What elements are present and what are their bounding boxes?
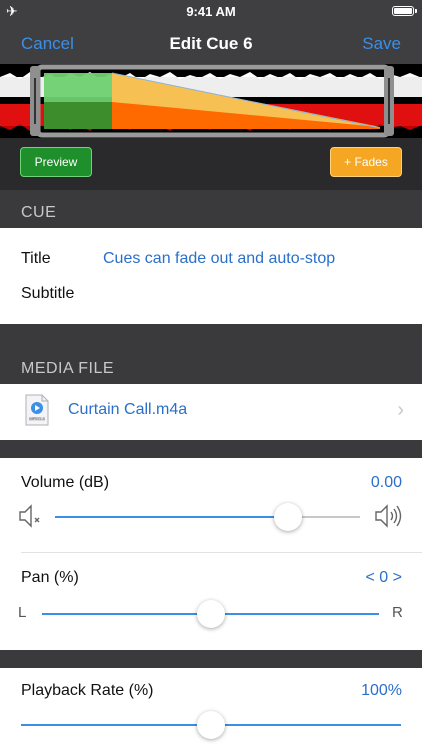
playback-rate-slider-thumb[interactable]	[197, 711, 225, 739]
status-time: 9:41 AM	[186, 4, 236, 19]
volume-slider-thumb[interactable]	[274, 503, 302, 531]
speaker-loud-icon[interactable]	[374, 503, 404, 529]
pan-value-stepper[interactable]: < 0 >	[366, 569, 402, 587]
battery-icon	[392, 6, 417, 16]
subtitle-field[interactable]	[103, 280, 402, 306]
waveform-toolbar: Preview + Fades	[0, 138, 422, 190]
divider	[21, 552, 422, 553]
preview-button[interactable]: Preview	[20, 147, 92, 177]
playback-rate-value: 100%	[361, 682, 402, 699]
save-button[interactable]: Save	[362, 34, 401, 54]
media-file-row[interactable]: MPEG-4 Curtain Call.m4a ›	[0, 384, 422, 440]
playback-rate-card: Playback Rate (%) 100%	[0, 668, 422, 750]
pan-slider-thumb[interactable]	[197, 600, 225, 628]
page-title: Edit Cue 6	[169, 34, 253, 53]
volume-label: Volume (dB)	[21, 474, 110, 491]
title-label: Title	[21, 250, 51, 267]
pan-left-label: L	[18, 604, 27, 621]
title-field[interactable]: Cues can fade out and auto-stop	[103, 250, 335, 268]
pan-label: Pan (%)	[21, 569, 79, 586]
playback-rate-slider-track[interactable]	[211, 724, 401, 726]
audio-controls-card: Volume (dB) 0.00 Pan (%) < 0 > L R	[0, 458, 422, 650]
file-type-label: MPEG-4	[29, 416, 45, 421]
waveform-graphic	[0, 64, 422, 138]
cue-section-header: CUE	[0, 190, 422, 228]
pan-right-label: R	[392, 604, 403, 621]
subtitle-label: Subtitle	[21, 285, 75, 302]
chevron-right-icon: ›	[397, 399, 404, 421]
speaker-mute-icon[interactable]	[18, 503, 44, 529]
volume-slider-fill	[55, 516, 288, 518]
playback-rate-label: Playback Rate (%)	[21, 682, 154, 699]
mpeg4-file-icon: MPEG-4	[25, 394, 49, 426]
playback-rate-slider-fill	[21, 724, 211, 726]
waveform-editor[interactable]	[0, 64, 422, 138]
media-section-header: MEDIA FILE	[0, 324, 422, 384]
navigation-bar: Cancel Edit Cue 6 Save	[0, 22, 422, 64]
status-bar: ✈ 9:41 AM	[0, 0, 422, 22]
add-fades-button[interactable]: + Fades	[330, 147, 402, 177]
cue-header-label: CUE	[21, 204, 57, 221]
media-header-label: MEDIA FILE	[21, 360, 115, 377]
pan-slider-fill	[42, 613, 211, 615]
pan-slider-track[interactable]	[211, 613, 379, 615]
media-file-name: Curtain Call.m4a	[68, 401, 188, 418]
cue-card: Title Cues can fade out and auto-stop Su…	[0, 228, 422, 324]
volume-value: 0.00	[370, 474, 402, 491]
